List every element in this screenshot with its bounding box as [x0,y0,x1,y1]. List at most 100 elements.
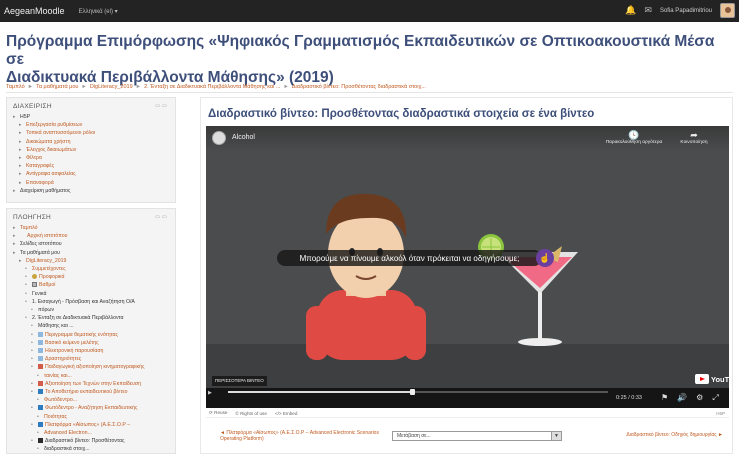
tree-item[interactable]: • Προφορικά [7,273,175,281]
rights-label: Rights of use [240,410,267,416]
block-controls-icon[interactable]: ▭ ▭ [155,214,167,220]
tree-item[interactable]: ▸ Έλεγχος δικαιωμάτων [7,146,175,154]
user-name[interactable]: Sofia Papadimitriou [660,8,712,14]
interactive-question-caption[interactable]: Μπορούμε να πίνουμε αλκοόλ όταν πρόκειτα… [277,250,542,266]
tree-item[interactable]: • 2. Ένταξη σε Διαδικτυακά Περιβάλλοντα [7,314,175,322]
tree-item[interactable]: • διαδραστικά στοιχ... [7,445,175,453]
tree-item-label: ταινίας και... [44,372,72,379]
tree-item[interactable]: ▸ Δικαιώματα χρήστη [7,138,175,146]
breadcrumb-item[interactable]: DigLiteracy_2019 [90,84,133,90]
next-activity-link[interactable]: Διαδραστικό βίντεο: Οδηγός δημιουργίας ► [626,432,723,438]
breadcrumb-item[interactable]: Τα μαθήματά μου [36,84,78,90]
tree-item[interactable]: • ταινίας και... [7,372,175,380]
tree-item[interactable]: ▸ Τοπικά αναπτυσσόμενοι ρόλοι [7,129,175,137]
tree-item[interactable]: • Γενικά [7,290,175,298]
tree-item[interactable]: • 1. Εισαγωγή - Πρόσβαση και Αναζήτηση Ο/… [7,298,175,306]
tree-item[interactable]: ▸ H5P [7,113,175,121]
video-progress-handle[interactable] [410,389,416,395]
play-icon[interactable]: ▶ [208,390,212,396]
tree-item[interactable]: ▸ Αρχική ιστοτόπου [7,232,175,240]
breadcrumb: Ταμπλό ► Τα μαθήματά μου ► DigLiteracy_2… [6,82,733,93]
administration-tree: ▸ H5P ▸ Επεξεργασία ρυθμίσεων ▸ Τοπικά αναπτυ… [7,113,175,195]
tree-bullet-icon: • [37,446,39,453]
user-avatar[interactable] [720,3,735,18]
tree-item-label: DigLiteracy_2019 [26,257,67,264]
tree-item-label: Καταγραφές [26,163,55,170]
hand-pointer-icon[interactable]: ☝ [536,249,554,267]
breadcrumb-item[interactable]: Διαδραστικό βίντεο: Προσθέτοντας διαδρασ… [292,84,426,90]
breadcrumb-item[interactable]: 2. Ένταξη σε Διαδικτυακά Περιβάλλοντα Μά… [144,84,280,90]
interactive-video-player[interactable]: Alcohol 🕓 Παρακολούθηση αργότερα ➦ Κοινο… [206,126,729,408]
embed-button[interactable]: </> Embed [275,411,297,416]
tree-item[interactable]: ▸ Επαναφορά [7,179,175,187]
watch-later-label: Παρακολούθηση αργότερα [605,140,663,145]
pdf-icon [38,405,43,411]
tree-item-label: Δικαιώματα χρήστη [26,138,71,145]
breadcrumb-item[interactable]: Ταμπλό [6,84,25,90]
tree-item[interactable]: • Βασικό κείμενο μελέτης [7,339,175,347]
tree-item[interactable]: • Advanced Electron... [7,429,175,437]
tree-item[interactable]: ▸ Σελίδες ιστοτόπου [7,240,175,248]
tree-item[interactable]: ▸ Φίλτρα [7,154,175,162]
tree-item-label: Δραστηριότητες [45,356,82,363]
notifications-icon[interactable]: 🔔 [625,5,636,16]
tree-item[interactable]: • Παιδαγωγική αξιοποίηση κινηματογραφικής [7,363,175,371]
reuse-button[interactable]: ⟳ Reuse [209,410,227,416]
tree-item[interactable]: • Αξιοποίηση των Τεχνών στην Εκπαίδευση [7,380,175,388]
block-controls-icon[interactable]: ▭ ▭ [155,103,167,109]
tree-item[interactable]: • Διαδραστικό βίντεο: Προσθέτοντας [7,437,175,445]
tree-bullet-icon: • [25,282,27,289]
tree-bullet-icon: • [25,290,27,297]
video-progress-track[interactable] [228,389,608,395]
tree-item[interactable]: • Περιγραμμα θεματικής ενότητας [7,331,175,339]
language-menu[interactable]: Ελληνικά (el) ▾ [79,8,118,15]
messages-icon[interactable]: ✉ [644,5,652,16]
settings-gear-icon[interactable]: ⚙ [696,393,703,403]
previous-activity-link[interactable]: ◄ Πλατφόρμα «Αίσωπος» (Α.Ε.Σ.Ο.Ρ – Advan… [220,430,390,442]
tree-bullet-icon: ▸ [13,225,16,231]
tree-item[interactable]: • Το Αποθετήριο εκπαιδευτικού βίντεο [7,388,175,396]
h5p-action-bar: ⟳ Reuse © Rights of use </> Embed H5P [206,409,729,418]
video-control-bar: ▶ 0:25 / 0:33 ⚑ 🔊 ⚙ ⤢ [206,388,729,408]
channel-name[interactable]: Alcohol [232,134,255,141]
tree-item-label: Φωτόδεντρο - Αναζήτηση Εκπαιδευτικής [45,405,138,412]
tree-item[interactable]: ▸ Επεξεργασία ρυθμίσεων [7,121,175,129]
tree-item[interactable]: • Φωτόδεντρο - Αναζήτηση Εκπαιδευτικής [7,404,175,412]
more-videos-button[interactable]: ΠΕΡΙΣΣΟΤΕΡΑ ΒΙΝΤΕΟ [212,376,267,386]
youtube-logo[interactable]: YouTube [695,374,729,384]
tree-bullet-icon: ▸ [19,257,22,264]
h5p-logo[interactable]: H5P [716,411,725,416]
tree-item-label: Σελίδες ιστοτόπου [20,241,62,248]
channel-avatar[interactable] [212,131,226,145]
tree-item[interactable]: • Πλατφόρμα «Αίσωπος» (Α.Ε.Σ.Ο.Ρ – [7,421,175,429]
tree-item[interactable]: • Δραστηριότητες [7,355,175,363]
tree-item[interactable]: ▸ Καταγραφές [7,162,175,170]
site-brand[interactable]: AegeanMoodle [4,6,65,16]
tree-item-label: 2. Ένταξη σε Διαδικτυακά Περιβάλλοντα [32,315,124,322]
tree-item[interactable]: ▸ Τα μαθήματά μου [7,249,175,257]
share-button[interactable]: ➦ Κοινοποίηση [664,130,724,145]
tree-item[interactable]: • Μάθησης και ... [7,322,175,330]
tree-item[interactable]: ▸ DigLiteracy_2019 [7,257,175,265]
tree-item[interactable]: • Ποιότητας [7,413,175,421]
tree-item[interactable]: • Ηλεκτρονική παρουσίαση [7,347,175,355]
watch-later-button[interactable]: 🕓 Παρακολούθηση αργότερα [599,130,669,145]
fullscreen-icon[interactable]: ⤢ [712,393,718,403]
tree-item[interactable]: • πόρων [7,306,175,314]
tree-item-label: Προφορικά [39,274,65,281]
volume-icon[interactable]: 🔊 [677,393,687,403]
navigation-tree: ▸ Ταμπλό ▸ Αρχική ιστοτόπου ▸ Σελίδες ιστοτόπ… [7,224,175,453]
tree-item[interactable]: • Φωτόδεντρο... [7,396,175,404]
tree-item[interactable]: ▸ Διαχείριση μαθήματος [7,187,175,195]
tree-item[interactable]: • Βαθμοί [7,281,175,289]
rights-of-use-button[interactable]: © Rights of use [235,411,266,416]
pdf-icon [38,389,43,395]
tree-item[interactable]: ▸ Αντίγραφα ασφαλείας [7,170,175,178]
captions-icon[interactable]: ⚑ [661,393,668,403]
video-time: 0:25 / 0:33 [616,395,642,401]
navigation-block-title: ΠΛΟΗΓΗΣΗ [13,214,52,221]
jump-to-select[interactable]: Μετάβαση σε... ▼ [392,431,562,441]
tree-item[interactable]: • Συμμετέχοντες [7,265,175,273]
tree-item[interactable]: ▸ Ταμπλό [7,224,175,232]
tree-item-label: Αξιοποίηση των Τεχνών στην Εκπαίδευση [45,380,141,387]
